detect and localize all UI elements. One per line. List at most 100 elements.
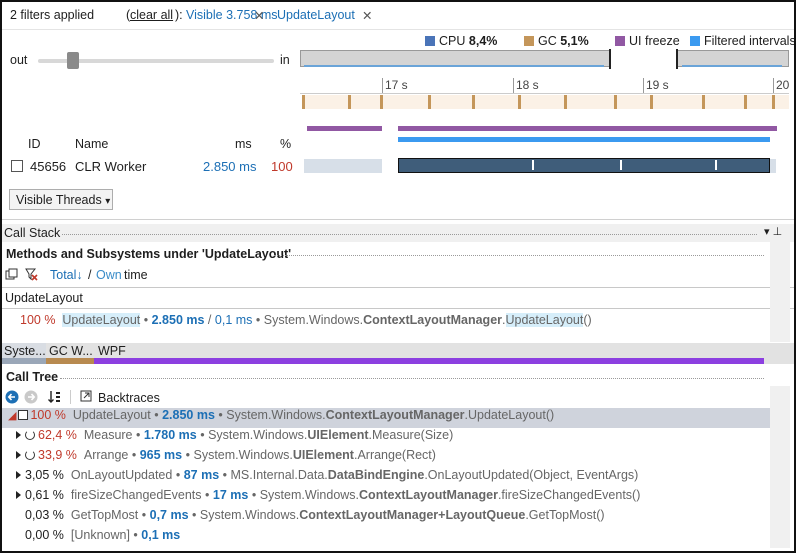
row-ms: 87 ms (183, 468, 220, 482)
bullet: • (218, 408, 223, 422)
gc-track (302, 95, 789, 109)
summary-row[interactable]: 100 % UpdateLayout • 2.850 ms / 0,1 ms •… (20, 313, 592, 327)
subsystem-gc-bar (46, 358, 94, 364)
bullet: • (136, 428, 141, 442)
gc-mark (302, 95, 305, 109)
row-namespace: System.Windows. (208, 428, 308, 442)
thread-checkbox[interactable] (11, 160, 23, 172)
tree-row[interactable]: 0,03 % GetTopMost • 0,7 ms • System.Wind… (2, 508, 788, 528)
forward-arrow-icon[interactable] (24, 390, 38, 404)
expand-icon[interactable] (16, 431, 21, 439)
row-function: .Measure(Size) (368, 428, 454, 442)
frame-icon (18, 410, 29, 420)
clear-all-link[interactable]: clear all (130, 8, 173, 22)
ui-freeze-bar (398, 126, 777, 131)
call-tree-scrollbar[interactable] (770, 386, 790, 548)
ruler-tick (643, 78, 644, 94)
expand-all-icon[interactable] (5, 268, 18, 281)
tree-row[interactable]: ◢ 100 % UpdateLayout • 2.850 ms • System.… (2, 408, 788, 428)
tree-row[interactable]: 3,05 % OnLayoutUpdated • 87 ms • MS.Inte… (2, 468, 788, 488)
thread-id: 45656 (30, 159, 67, 174)
visible-threads-dropdown[interactable]: Visible Threads ▾ (9, 189, 113, 210)
bullet: • (141, 508, 147, 522)
thread-gap (620, 160, 622, 170)
ruler-label: 17 s (385, 78, 408, 92)
thread-ms: 2.850 ms (203, 159, 257, 174)
ruler-label: 19 s (646, 78, 669, 92)
chevron-down-icon: ▾ (105, 196, 111, 207)
overview-filtered-strip-2 (682, 65, 782, 67)
overview-selection-window[interactable] (609, 49, 678, 69)
own-time-toggle[interactable]: Own (96, 268, 122, 282)
subsystem-gc[interactable]: GC W... (46, 343, 94, 364)
slash: / (207, 313, 212, 327)
cpu-value: 8,4% (468, 34, 498, 48)
row-namespace: System.Windows. (199, 508, 300, 522)
thread-name: CLR Worker (75, 159, 147, 174)
thread-gap (532, 160, 534, 170)
gc-mark (380, 95, 383, 109)
filter-chip-updatelayout[interactable]: UpdateLayout (277, 8, 355, 22)
ruler-tick (382, 78, 383, 94)
col-id[interactable]: ID (28, 137, 41, 151)
search-value[interactable]: UpdateLayout (5, 291, 83, 305)
filter-off-icon[interactable] (24, 267, 38, 281)
legend-ui-freeze: UI freeze (615, 34, 680, 48)
expand-icon[interactable] (16, 491, 21, 499)
filter-remove-updatelayout-icon[interactable]: ✕ (362, 8, 372, 23)
ruler-baseline (300, 93, 789, 94)
gc-mark (744, 95, 747, 109)
row-class: ContextLayoutManager (359, 488, 498, 502)
row-pct: 62,4 % (38, 428, 77, 442)
pin-icon[interactable]: ▾ ⊥ (764, 225, 782, 238)
zoom-slider-thumb[interactable] (67, 52, 79, 69)
subsystem-system[interactable]: Syste... (2, 343, 46, 364)
subsystem-wpf[interactable]: WPF (94, 343, 764, 364)
filter-remove-visible-icon[interactable]: ✕ (254, 8, 264, 23)
bullet: • (143, 313, 149, 327)
bullet: • (222, 468, 228, 482)
row-ms: 2.850 ms (162, 408, 215, 422)
call-stack-scrollbar[interactable] (770, 242, 790, 342)
filtered-swatch-icon (690, 36, 700, 46)
tree-row[interactable]: 0,00 % [Unknown] • 0,1 ms (2, 528, 788, 548)
row-ms: 0,7 ms (149, 508, 189, 522)
expand-icon[interactable] (16, 471, 21, 479)
cpu-label: CPU (439, 34, 466, 48)
expand-icon[interactable] (16, 451, 21, 459)
col-pct[interactable]: % (280, 137, 291, 151)
sort-icon[interactable] (48, 390, 62, 404)
tree-row[interactable]: 62,4 % Measure • 1.780 ms • System.Windo… (2, 428, 788, 448)
cpu-swatch-icon (425, 36, 435, 46)
toggle-separator: / (88, 268, 92, 282)
col-name[interactable]: Name (75, 137, 108, 151)
subsystem-wpf-bar (94, 358, 764, 364)
row-ms: 0,1 ms (141, 528, 181, 542)
row-pct: 3,05 % (25, 468, 64, 482)
bullet: • (175, 468, 181, 482)
filter-bar: 2 filters applied ( clear all ): Visible… (2, 2, 794, 30)
row-pct: 100 % (30, 408, 66, 422)
collapse-icon[interactable]: ◢ (8, 410, 16, 422)
col-ms[interactable]: ms (235, 137, 252, 151)
back-arrow-icon[interactable] (5, 390, 19, 404)
gc-mark (428, 95, 431, 109)
tree-row[interactable]: 0,61 % fireSizeChangedEvents • 17 ms • S… (2, 488, 788, 508)
bullet: • (200, 428, 205, 442)
filters-count: 2 filters applied (10, 8, 95, 22)
method-search-field[interactable]: UpdateLayout ✕ (2, 287, 794, 309)
call-tree-title: Call Tree (6, 370, 59, 384)
total-time-toggle[interactable]: Total↓ (50, 268, 83, 282)
performance-viewer: 2 filters applied ( clear all ): Visible… (0, 0, 796, 553)
bullet: • (192, 508, 197, 522)
row-class: UIElement (292, 448, 354, 462)
recursion-icon (25, 430, 35, 440)
tree-row[interactable]: 33,9 % Arrange • 965 ms • System.Windows… (2, 448, 788, 468)
gc-mark (564, 95, 567, 109)
gc-mark (614, 95, 617, 109)
zoom-out-label: out (10, 53, 28, 67)
gc-swatch-icon (524, 36, 534, 46)
total-label: Total (50, 268, 77, 282)
row-namespace: MS.Internal.Data. (230, 468, 328, 482)
backtraces-button[interactable]: Backtraces (98, 391, 160, 405)
